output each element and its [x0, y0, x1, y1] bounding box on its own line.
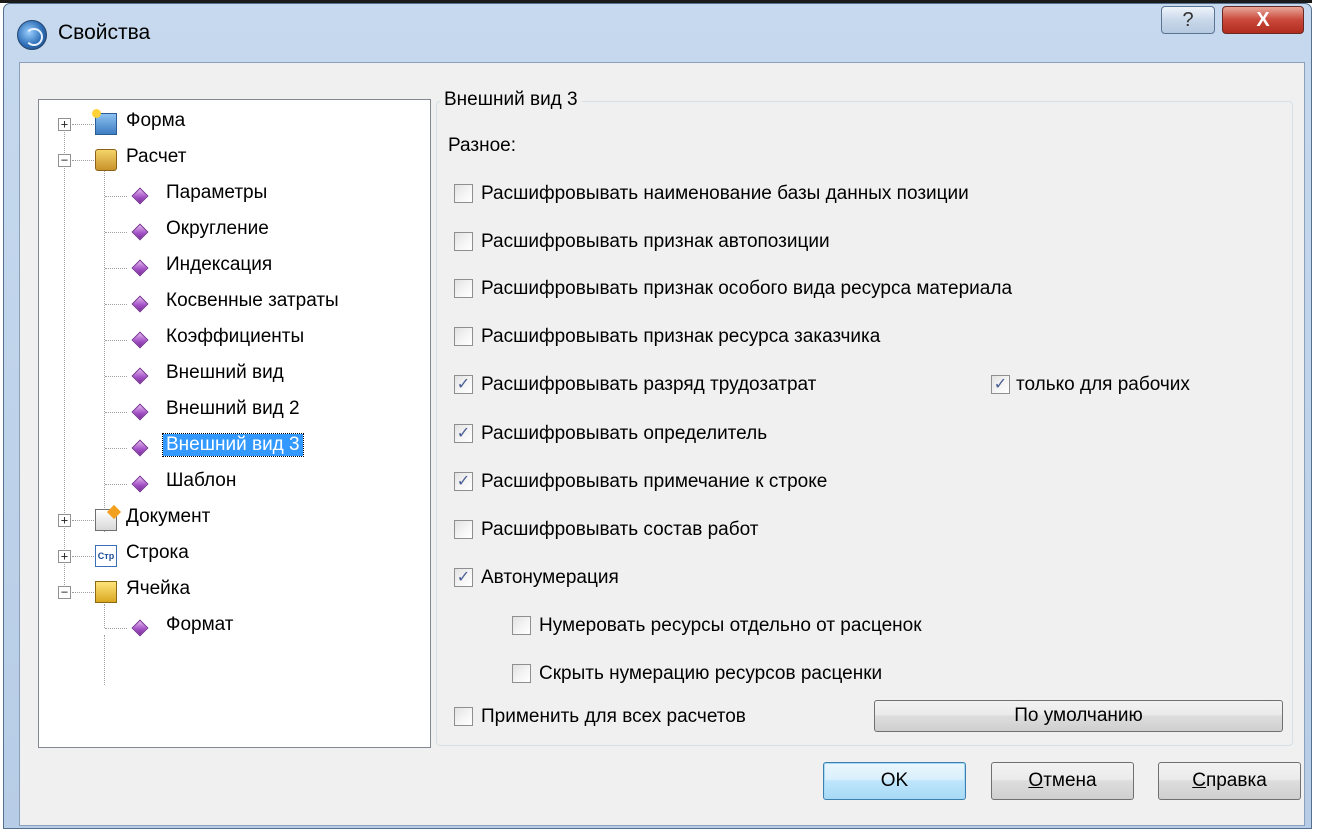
section-label: Разное:: [448, 135, 517, 156]
calculation-icon: [95, 149, 117, 171]
app-icon: [17, 20, 47, 50]
diamond-bullet-icon: [131, 295, 149, 313]
checkbox-label: только для рабочих: [1016, 374, 1190, 395]
tree-connector: [72, 592, 94, 593]
tree-item-vneshniy-vid-3[interactable]: Внешний вид 3: [162, 433, 304, 457]
checkbox-label: Расшифровывать определитель: [481, 423, 768, 444]
tree-root-line: [64, 124, 65, 599]
tree-item-dokument[interactable]: Документ: [126, 506, 210, 528]
tree-item-koefficienty[interactable]: Коэффициенты: [166, 326, 304, 348]
diamond-bullet-icon: [131, 367, 149, 385]
tree-item-shablon[interactable]: Шаблон: [166, 470, 236, 492]
diamond-bullet-icon: [131, 187, 149, 205]
tree-connector: [105, 196, 127, 197]
checkbox-box[interactable]: [454, 279, 473, 298]
tree-item-stroka[interactable]: Строка: [126, 542, 189, 564]
checkbox-label: Применить для всех расчетов: [481, 706, 746, 727]
ok-button[interactable]: OK: [823, 762, 966, 800]
checkbox-box[interactable]: [454, 520, 473, 539]
checkbox-box-checked[interactable]: ✓: [454, 472, 473, 491]
default-button[interactable]: По умолчанию: [874, 700, 1283, 732]
checkbox-label: Расшифровывать разряд трудозатрат: [481, 374, 817, 395]
checkbox-box-checked[interactable]: ✓: [454, 375, 473, 394]
diamond-bullet-icon: [131, 331, 149, 349]
tree-item-indeksaciya[interactable]: Индексация: [166, 254, 272, 276]
cancel-mnemonic: О: [1028, 770, 1044, 791]
checkbox-label: Автонумерация: [481, 567, 619, 588]
tree-item-parametry[interactable]: Параметры: [166, 182, 267, 204]
checkbox-label: Расшифровывать наименование базы данных …: [481, 183, 969, 204]
cell-icon: [95, 581, 117, 603]
tree-connector: [72, 124, 94, 125]
tree-connector: [105, 232, 127, 233]
checkbox-box[interactable]: [512, 664, 531, 683]
tree-item-vneshniy-vid[interactable]: Внешний вид: [166, 362, 284, 384]
tree-item-kosvennye[interactable]: Косвенные затраты: [166, 290, 339, 312]
help-label: правка: [1205, 770, 1267, 791]
close-button[interactable]: X: [1222, 6, 1304, 34]
row-icon: Стр: [95, 545, 117, 567]
help-button[interactable]: Справка: [1158, 762, 1301, 800]
checkbox-box-checked[interactable]: ✓: [454, 568, 473, 587]
tree-item-forma[interactable]: Форма: [126, 110, 185, 132]
tree-item-yacheyka[interactable]: Ячейка: [126, 578, 190, 600]
expand-icon[interactable]: +: [58, 550, 71, 563]
tree-branch-line: [104, 164, 105, 532]
tree-item-format[interactable]: Формат: [166, 614, 234, 636]
document-icon: [95, 509, 117, 531]
cancel-label: тмена: [1043, 770, 1097, 791]
checkbox-label: Расшифровывать признак ресурса заказчика: [481, 326, 881, 347]
checkbox-label: Нумеровать ресурсы отдельно от расценок: [539, 615, 922, 636]
tree-connector: [105, 628, 127, 629]
screen-right-edge: [1312, 0, 1321, 829]
tree-connector: [105, 304, 127, 305]
checkbox-box[interactable]: [454, 707, 473, 726]
tree-branch-line: [104, 635, 105, 685]
group-title: Внешний вид 3: [440, 89, 582, 111]
tree-connector: [105, 412, 127, 413]
checkbox-box[interactable]: [512, 616, 531, 635]
tree-connector: [105, 448, 127, 449]
checkbox-box[interactable]: [454, 327, 473, 346]
collapse-icon[interactable]: −: [58, 154, 71, 167]
tree-connector: [72, 556, 94, 557]
tree-connector: [105, 484, 127, 485]
help-mnemonic: С: [1192, 770, 1206, 791]
dialog-client-area: + Форма − Расчет Параметры Округление Ин…: [19, 62, 1305, 826]
checkbox-box[interactable]: [454, 184, 473, 203]
diamond-bullet-icon: [131, 619, 149, 637]
tree-connector: [72, 160, 94, 161]
tree-connector: [105, 376, 127, 377]
expand-icon[interactable]: +: [58, 118, 71, 131]
tree-item-okruglenie[interactable]: Округление: [166, 218, 269, 240]
collapse-icon[interactable]: −: [58, 586, 71, 599]
properties-dialog: Свойства ? X + Форма − Расчет Параметры: [3, 3, 1312, 829]
diamond-bullet-icon: [131, 439, 149, 457]
checkbox-box-checked[interactable]: ✓: [991, 375, 1010, 394]
tree-connector: [72, 520, 94, 521]
settings-tree[interactable]: + Форма − Расчет Параметры Округление Ин…: [38, 99, 431, 748]
diamond-bullet-icon: [131, 259, 149, 277]
window-title: Свойства: [58, 21, 151, 44]
diamond-bullet-icon: [131, 403, 149, 421]
tree-item-raschet[interactable]: Расчет: [126, 146, 186, 168]
checkbox-label: Расшифровывать примечание к строке: [481, 471, 828, 492]
tree-item-vneshniy-vid-2[interactable]: Внешний вид 2: [166, 398, 300, 420]
diamond-bullet-icon: [131, 223, 149, 241]
checkbox-box[interactable]: [454, 232, 473, 251]
diamond-bullet-icon: [131, 475, 149, 493]
checkbox-label: Расшифровывать состав работ: [481, 519, 759, 540]
form-icon: [92, 109, 117, 135]
title-bar[interactable]: Свойства ? X: [4, 4, 1311, 62]
checkbox-box-checked[interactable]: ✓: [454, 424, 473, 443]
checkbox-label: Скрыть нумерацию ресурсов расценки: [539, 663, 883, 684]
tree-connector: [105, 268, 127, 269]
checkbox-label: Расшифровывать признак особого вида ресу…: [481, 278, 1013, 299]
checkbox-label: Расшифровывать признак автопозиции: [481, 231, 830, 252]
expand-icon[interactable]: +: [58, 514, 71, 527]
tree-connector: [105, 340, 127, 341]
help-title-button[interactable]: ?: [1161, 6, 1215, 34]
cancel-button[interactable]: Отмена: [991, 762, 1134, 800]
tree-branch-line: [104, 604, 105, 628]
